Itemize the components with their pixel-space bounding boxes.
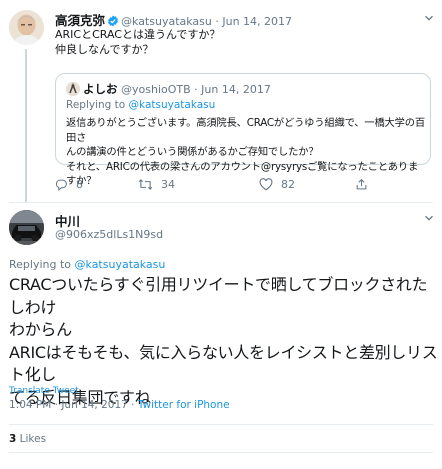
replying-to-link: @katsuyatakasu <box>128 99 216 111</box>
handle[interactable]: @906xz5dlLs1N9sd <box>55 228 163 241</box>
divider <box>9 424 433 425</box>
meta-separator: · <box>215 15 219 28</box>
like-icon <box>259 178 273 191</box>
replying-prefix: Replying to <box>66 99 129 111</box>
timestamp[interactable]: 1:04 PM · Jun 14, 2017 · <box>9 399 138 411</box>
parent-tweet-header: 高須克弥 @katsuyatakasu · Jun 14, 2017 <box>55 10 292 30</box>
tweet-text-line: ARICはそもそも、気に入らない人をレイシストと差別しリスト化し <box>9 342 438 385</box>
share-icon <box>356 178 367 190</box>
quoted-replying-to: Replying to @katsuyatakasu <box>66 99 215 111</box>
display-name[interactable]: 高須克弥 <box>55 13 105 28</box>
share-button[interactable] <box>355 178 368 191</box>
quoted-date: Jun 14, 2017 <box>201 83 271 96</box>
quoted-text-line: んの講演の件とどういう関係があるかご存知でしたか？ <box>66 146 319 158</box>
quoted-avatar <box>66 82 80 96</box>
quoted-tweet[interactable]: よしお @yoshioOTB · Jun 14, 2017 Replying t… <box>55 73 431 187</box>
replying-to: Replying to @katsuyatakasu <box>9 258 165 271</box>
handle[interactable]: @katsuyatakasu <box>121 15 212 28</box>
reply-count: 8 <box>76 178 83 191</box>
tweet-text-line: わからん <box>9 320 72 339</box>
tweet-actions: 8 34 82 <box>55 178 431 194</box>
retweet-button[interactable]: 34 <box>138 178 175 191</box>
quoted-tweet-header: よしお @yoshioOTB · Jun 14, 2017 <box>66 81 271 97</box>
avatar[interactable] <box>9 10 44 45</box>
quoted-display-name: よしお <box>83 82 118 96</box>
avatar[interactable] <box>9 210 44 245</box>
parent-tweet[interactable]: 高須克弥 @katsuyatakasu · Jun 14, 2017 ARICとC… <box>0 0 442 202</box>
likes-stat[interactable]: 3 Likes <box>9 433 46 445</box>
reply-icon <box>55 179 67 191</box>
replying-prefix: Replying to <box>9 258 75 271</box>
chevron-down-icon[interactable] <box>424 13 434 23</box>
quoted-handle: @yoshioOTB <box>121 83 191 96</box>
divider <box>9 452 433 453</box>
like-button[interactable]: 82 <box>259 178 295 191</box>
tweet-text-line: ARICとCRACとは違うんですか？ <box>55 28 221 41</box>
tweet-text: ARICとCRACとは違うんですか？ 仲良しなんですか？ <box>55 28 425 57</box>
divider <box>9 202 433 203</box>
translate-tweet-link[interactable]: Translate Tweet <box>9 386 79 396</box>
reply-button[interactable]: 8 <box>55 178 83 191</box>
retweet-count: 34 <box>161 178 175 191</box>
meta-separator: · <box>194 83 198 96</box>
like-count: 82 <box>281 178 295 191</box>
chevron-down-icon[interactable] <box>424 213 434 223</box>
tweet-date[interactable]: Jun 14, 2017 <box>222 15 292 28</box>
likes-label: Likes <box>16 433 47 445</box>
thread-line <box>25 49 27 202</box>
client-link[interactable]: Twitter for iPhone <box>138 399 230 411</box>
quoted-text-line: 返信ありがとうございます。高須院長、CRACがどうゆう組織で、一橋大学の百田さ <box>66 117 425 144</box>
tweet-text-line: CRACついたらすぐ引用リツイートで晒してブロックされたしわけ <box>9 275 428 317</box>
retweet-icon <box>138 179 153 190</box>
tweet-timestamp: 1:04 PM · Jun 14, 2017 · Twitter for iPh… <box>9 399 230 411</box>
replying-to-link[interactable]: @katsuyatakasu <box>75 258 166 271</box>
tweet-text-line: 仲良しなんですか？ <box>55 42 154 56</box>
